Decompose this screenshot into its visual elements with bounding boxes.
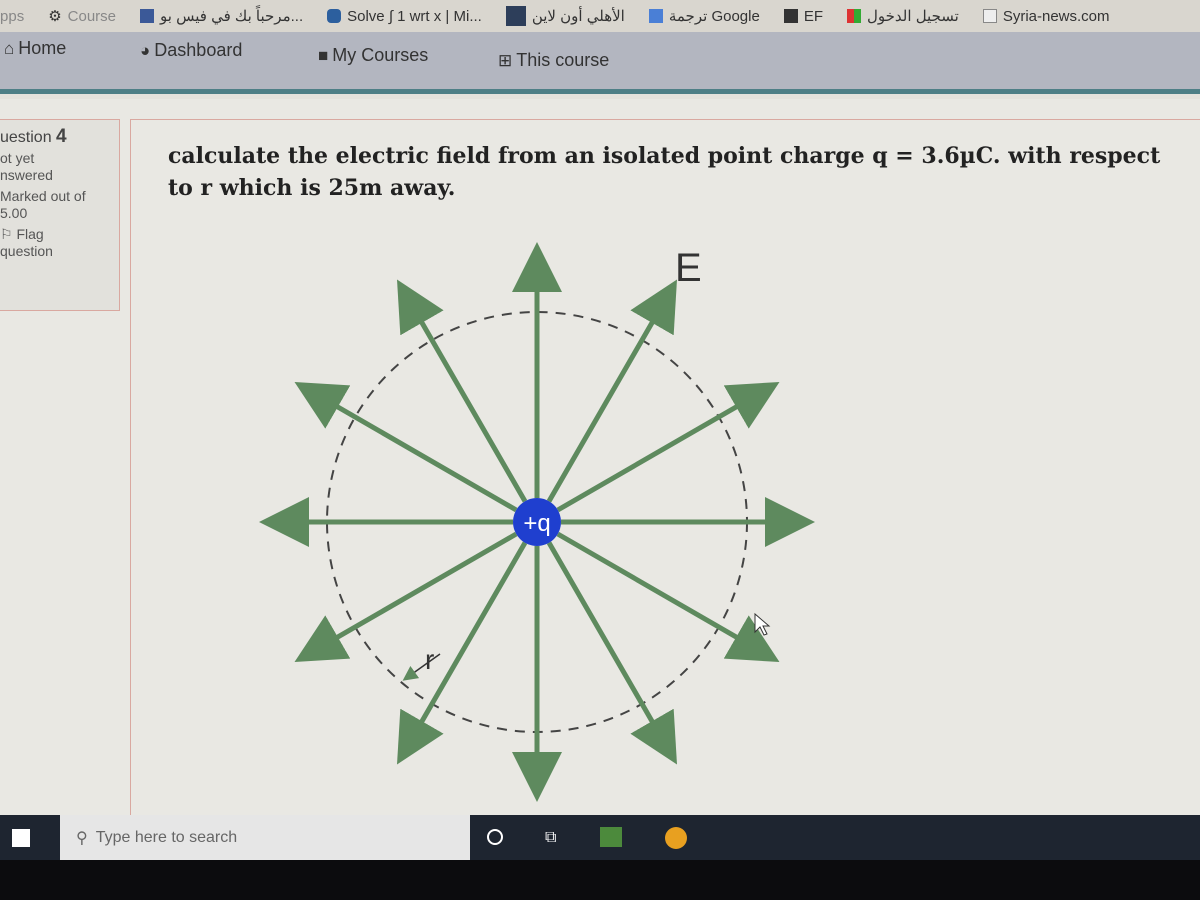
field-line-arrow — [397, 279, 528, 503]
dashboard-icon: ◕ — [140, 40, 151, 60]
field-label: E — [675, 246, 702, 290]
microsoft-icon — [847, 9, 861, 23]
page-content: uestion 4 ot yet nswered Marked out of 5.0… — [0, 99, 1200, 819]
store-icon[interactable] — [600, 827, 622, 847]
main-nav: ⌂ Home ◕ Dashboard ■ My Courses ⊞ This cours… — [0, 32, 1200, 94]
mouse-cursor-icon — [754, 612, 771, 636]
microsoft-math-icon — [327, 9, 342, 23]
charge-label: +q — [523, 510, 550, 537]
task-view-icon[interactable]: ⧉ — [545, 829, 556, 847]
cortana-icon[interactable] — [487, 829, 503, 845]
nav-my-courses[interactable]: ■ My Courses — [318, 45, 428, 66]
taskbar-search[interactable]: ⚲ Type here to search — [60, 815, 470, 860]
ef-icon — [783, 9, 798, 23]
bookmark-google-translate[interactable]: ترجمة Google — [648, 7, 760, 25]
field-line-arrow — [546, 279, 677, 503]
bookmark-facebook[interactable]: مرحباً بك في فيس بو... — [140, 7, 303, 25]
facebook-icon — [140, 9, 155, 23]
field-line-arrow — [294, 531, 518, 662]
nav-dashboard[interactable]: ◕ Dashboard — [140, 40, 242, 61]
screen-bezel — [0, 860, 1200, 900]
windows-start-icon[interactable] — [12, 829, 30, 847]
field-line-arrow — [556, 531, 780, 663]
sitemap-icon: ⊞ — [498, 50, 513, 70]
field-line-arrow — [294, 382, 518, 513]
page-icon — [982, 9, 997, 23]
bookmark-solve[interactable]: Solve ∫ 1 wrt x | Mi... — [327, 8, 482, 25]
site-icon — [505, 6, 526, 26]
bookmark-ef[interactable]: EF — [783, 8, 823, 25]
gear-icon: ⚙ — [48, 8, 62, 25]
bookmark-login[interactable]: تسجيل الدخول — [847, 7, 959, 25]
field-line-arrow — [546, 541, 678, 765]
google-translate-icon — [648, 9, 663, 23]
briefcase-icon: ■ — [318, 45, 329, 65]
field-line-arrow — [396, 541, 528, 765]
bookmark-ahly[interactable]: الأهلي أون لاين — [505, 6, 625, 26]
search-icon: ⚲ — [76, 829, 88, 847]
bookmarks-bar: Apps ⚙Course مرحباً بك في فيس بو... Solv… — [0, 0, 1200, 32]
nav-home[interactable]: ⌂ Home — [4, 38, 66, 59]
taskbar: ⚲ Type here to search ⧉ — [0, 815, 1200, 860]
bookmark-apps[interactable]: Apps — [0, 8, 24, 25]
electric-field-diagram: r E +q — [259, 242, 815, 802]
home-icon: ⌂ — [4, 38, 15, 58]
bookmark-course[interactable]: ⚙ Course — [48, 7, 116, 26]
field-line-arrow — [556, 381, 780, 513]
bookmark-syria-news[interactable]: Syria-news.com — [982, 8, 1110, 25]
app-icon[interactable] — [665, 827, 687, 849]
radius-label: r — [425, 644, 434, 675]
radius-arrow — [402, 653, 441, 681]
nav-this-course[interactable]: ⊞ This course — [498, 50, 609, 71]
